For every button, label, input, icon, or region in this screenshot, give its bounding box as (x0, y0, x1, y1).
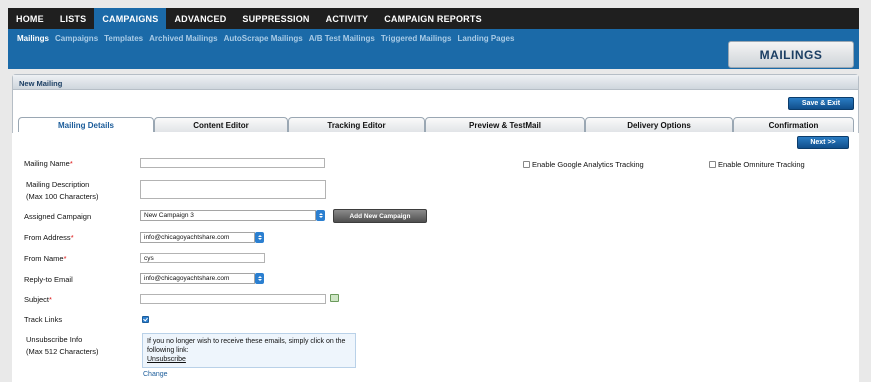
google-analytics-checkbox[interactable] (523, 161, 530, 168)
mailing-description-label: Mailing Description (Max 100 Characters) (26, 180, 99, 201)
track-links-checkbox[interactable] (142, 316, 149, 323)
change-unsubscribe-link[interactable]: Change (143, 371, 168, 378)
from-address-label: From Address* (24, 233, 74, 242)
top-nav: HOME LISTS CAMPAIGNS ADVANCED SUPPRESSIO… (8, 8, 859, 29)
subnav-templates[interactable]: Templates (104, 34, 143, 43)
assigned-campaign-label: Assigned Campaign (24, 212, 92, 221)
subnav-autoscrape-mailings[interactable]: AutoScrape Mailings (224, 34, 303, 43)
add-new-campaign-button[interactable]: Add New Campaign (333, 209, 427, 223)
reply-to-label: Reply-to Email (24, 275, 73, 284)
unsubscribe-link[interactable]: Unsubscribe (147, 355, 351, 364)
unsubscribe-textarea[interactable]: If you no longer wish to receive these e… (142, 333, 356, 368)
omniture-label: Enable Omniture Tracking (718, 160, 805, 169)
nav-home[interactable]: HOME (8, 8, 52, 29)
google-analytics-label: Enable Google Analytics Tracking (532, 160, 644, 169)
mailing-name-label: Mailing Name* (24, 159, 73, 168)
subnav-ab-test-mailings[interactable]: A/B Test Mailings (309, 34, 375, 43)
from-name-label: From Name* (24, 254, 67, 263)
tab-preview-testmail[interactable]: Preview & TestMail (425, 117, 585, 132)
subject-label: Subject* (24, 295, 52, 304)
nav-activity[interactable]: ACTIVITY (318, 8, 377, 29)
subnav-landing-pages[interactable]: Landing Pages (458, 34, 515, 43)
nav-suppression[interactable]: SUPPRESSION (234, 8, 317, 29)
subnav-mailings[interactable]: Mailings (17, 34, 49, 43)
subnav-campaigns[interactable]: Campaigns (55, 34, 98, 43)
subnav-triggered-mailings[interactable]: Triggered Mailings (381, 34, 452, 43)
subnav-archived-mailings[interactable]: Archived Mailings (149, 34, 217, 43)
tab-tracking-editor[interactable]: Tracking Editor (288, 117, 425, 132)
next-button[interactable]: Next >> (797, 136, 849, 149)
section-title: MAILINGS (728, 41, 854, 68)
tab-confirmation[interactable]: Confirmation (733, 117, 854, 132)
tab-mailing-details[interactable]: Mailing Details (18, 117, 154, 132)
panel-title: New Mailing (13, 75, 858, 90)
mailing-description-textarea[interactable] (140, 180, 326, 199)
nav-advanced[interactable]: ADVANCED (166, 8, 234, 29)
mailing-name-input[interactable] (140, 158, 325, 168)
chevron-updown-icon[interactable] (255, 232, 264, 243)
tab-content-editor[interactable]: Content Editor (154, 117, 288, 132)
omniture-checkbox[interactable] (709, 161, 716, 168)
subject-input[interactable] (140, 294, 326, 304)
chevron-updown-icon[interactable] (316, 210, 325, 221)
wizard-tabs: Mailing Details Content Editor Tracking … (18, 117, 854, 132)
unsubscribe-info-label: Unsubscribe Info (Max 512 Characters) (26, 335, 99, 356)
personalize-icon[interactable] (330, 294, 339, 302)
assigned-campaign-select[interactable]: New Campaign 3 (140, 210, 316, 221)
nav-campaign-reports[interactable]: CAMPAIGN REPORTS (376, 8, 490, 29)
from-address-select[interactable]: info@chicagoyachtshare.com (140, 232, 255, 243)
from-name-input[interactable]: cys (140, 253, 265, 263)
nav-lists[interactable]: LISTS (52, 8, 95, 29)
reply-to-select[interactable]: info@chicagoyachtshare.com (140, 273, 255, 284)
nav-campaigns[interactable]: CAMPAIGNS (94, 8, 167, 29)
unsubscribe-text: If you no longer wish to receive these e… (147, 338, 346, 354)
tab-delivery-options[interactable]: Delivery Options (585, 117, 733, 132)
mailing-details-form: Next >> Mailing Name* Enable Google Anal… (12, 133, 859, 382)
save-exit-button[interactable]: Save & Exit (788, 97, 854, 110)
track-links-label: Track Links (24, 315, 63, 324)
chevron-updown-icon[interactable] (255, 273, 264, 284)
